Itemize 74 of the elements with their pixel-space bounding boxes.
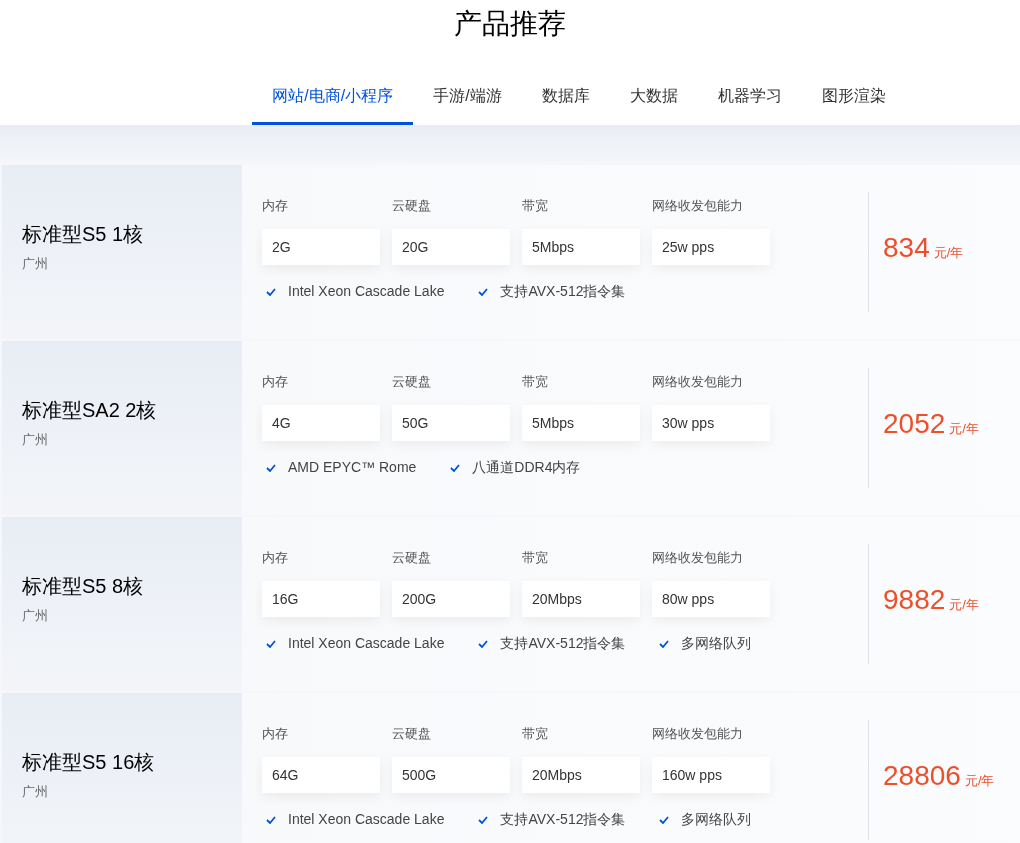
check-icon xyxy=(266,287,276,296)
feature-text: AMD EPYC™ Rome xyxy=(288,458,417,477)
category-tab[interactable]: 大数据 xyxy=(609,70,698,125)
spec-label: 云硬盘 xyxy=(392,549,432,567)
product-name: 标准型S5 16核 xyxy=(22,750,156,776)
spec-value: 5Mbps xyxy=(522,229,640,265)
spec-label: 带宽 xyxy=(522,197,549,215)
feature-text: 支持AVX-512指令集 xyxy=(500,282,626,301)
check-icon xyxy=(478,815,489,824)
spec-value: 4G xyxy=(262,405,380,441)
product-region: 广州 xyxy=(22,783,49,802)
spec-value: 30w pps xyxy=(652,405,770,441)
price-value: 28806 xyxy=(883,759,961,793)
check-icon xyxy=(266,639,276,648)
feature-text: 支持AVX-512指令集 xyxy=(500,634,626,653)
check-icon xyxy=(450,463,461,472)
category-tab[interactable]: 手游/端游 xyxy=(413,70,522,125)
spec-value: 20Mbps xyxy=(522,581,640,617)
spec-value: 20G xyxy=(392,229,510,265)
price-unit: 元/年 xyxy=(964,772,995,790)
spec-label: 带宽 xyxy=(522,725,549,743)
feature-text: 多网络队列 xyxy=(681,810,752,829)
spec-value: 2G xyxy=(262,229,380,265)
feature-text: 支持AVX-512指令集 xyxy=(500,810,626,829)
spec-value: 16G xyxy=(262,581,380,617)
product-name: 标准型S5 8核 xyxy=(22,574,145,600)
price-unit: 元/年 xyxy=(933,244,964,262)
spec-label: 云硬盘 xyxy=(392,725,432,743)
feature-text: 多网络队列 xyxy=(681,634,752,653)
check-icon xyxy=(659,815,670,824)
spec-label: 内存 xyxy=(262,549,289,567)
spec-label: 网络收发包能力 xyxy=(652,373,744,391)
product-region: 广州 xyxy=(22,255,49,274)
price-unit: 元/年 xyxy=(949,420,979,438)
spec-value: 160w pps xyxy=(652,757,770,793)
spec-value: 25w pps xyxy=(652,229,770,265)
feature-text: Intel Xeon Cascade Lake xyxy=(288,634,445,653)
spec-label: 云硬盘 xyxy=(392,197,432,215)
check-icon xyxy=(478,287,489,296)
spec-label: 带宽 xyxy=(522,549,549,567)
feature-text: Intel Xeon Cascade Lake xyxy=(288,282,445,301)
spec-value: 500G xyxy=(392,757,510,793)
spec-label: 网络收发包能力 xyxy=(652,725,744,743)
spec-label: 云硬盘 xyxy=(392,373,432,391)
category-tab[interactable]: 图形渲染 xyxy=(801,70,906,125)
spec-value: 5Mbps xyxy=(522,405,640,441)
product-name: 标准型S5 1核 xyxy=(22,222,145,248)
product-region: 广州 xyxy=(22,431,49,450)
spec-value: 80w pps xyxy=(652,581,770,617)
check-icon xyxy=(659,639,670,648)
category-tab[interactable]: 数据库 xyxy=(521,70,610,125)
category-tab[interactable]: 机器学习 xyxy=(697,70,802,125)
spec-label: 内存 xyxy=(262,197,289,215)
spec-label: 内存 xyxy=(262,725,289,743)
product-region: 广州 xyxy=(22,607,49,626)
spec-value: 200G xyxy=(392,581,510,617)
feature-text: Intel Xeon Cascade Lake xyxy=(288,810,445,829)
check-icon xyxy=(266,463,276,472)
spec-label: 网络收发包能力 xyxy=(652,549,744,567)
check-icon xyxy=(266,815,276,824)
price-value: 834 xyxy=(883,231,930,265)
check-icon xyxy=(478,639,489,648)
spec-value: 20Mbps xyxy=(522,757,640,793)
price-value: 2052 xyxy=(883,407,946,441)
price-value: 9882 xyxy=(883,583,946,617)
spec-label: 网络收发包能力 xyxy=(652,197,744,215)
spec-label: 带宽 xyxy=(522,373,549,391)
spec-value: 64G xyxy=(262,757,380,793)
section-title: 产品推荐 xyxy=(454,7,566,41)
spec-value: 50G xyxy=(392,405,510,441)
product-name: 标准型SA2 2核 xyxy=(22,398,158,424)
feature-text: 八通道DDR4内存 xyxy=(472,458,581,477)
spec-label: 内存 xyxy=(262,373,289,391)
price-unit: 元/年 xyxy=(949,596,979,614)
